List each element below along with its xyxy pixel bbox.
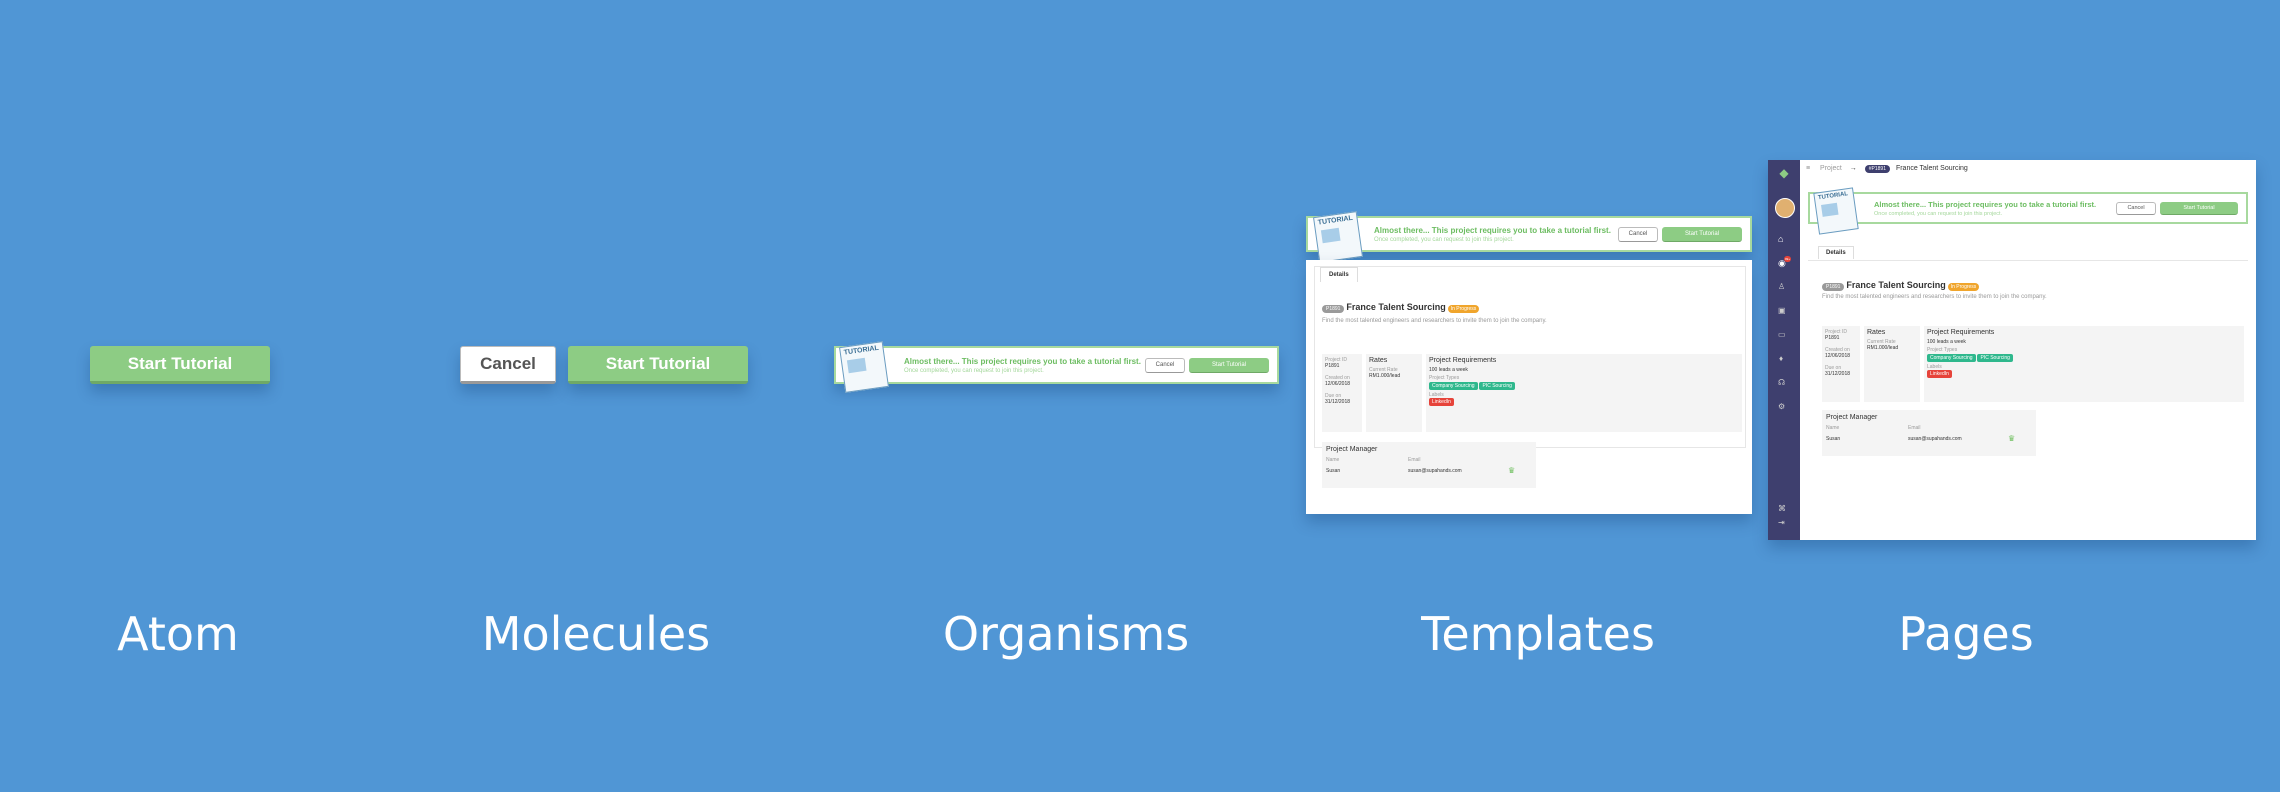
organism-cancel-button[interactable]: Cancel: [1145, 357, 1185, 373]
folder-icon[interactable]: ▭: [1778, 330, 1786, 339]
template-cancel-button[interactable]: Cancel: [1618, 226, 1658, 242]
project-title: France Talent Sourcing: [1346, 302, 1446, 312]
project-info-panel: Project ID P1891 Created on 12/06/2018 D…: [1322, 354, 1362, 432]
requirements-panel: Project Requirements 100 leads a week Pr…: [1924, 326, 2244, 402]
status-badge: In Progress: [1947, 283, 1980, 291]
project-description: Find the most talented engineers and res…: [1822, 294, 2047, 300]
label-tag: LinkedIn: [1429, 398, 1454, 406]
project-id-badge: P1891: [1822, 283, 1845, 291]
project-type-tag: Company Sourcing: [1429, 382, 1478, 390]
template-details-card: Details P1891 France Talent Sourcing In …: [1306, 260, 1752, 514]
menu-icon[interactable]: ≡: [1806, 165, 1810, 172]
grid-icon[interactable]: ⌘: [1778, 504, 1786, 513]
organism-start-tutorial-button[interactable]: Start Tutorial: [1189, 357, 1269, 373]
template-tutorial-banner: TUTORIAL Almost there... This project re…: [1306, 211, 1752, 263]
project-type-tag: Company Sourcing: [1927, 354, 1976, 362]
status-badge: In Progress: [1447, 305, 1480, 313]
page-start-tutorial-button[interactable]: Start Tutorial: [2160, 201, 2238, 215]
template-start-tutorial-button[interactable]: Start Tutorial: [1662, 226, 1742, 242]
home-icon[interactable]: ⌂: [1778, 234, 1783, 244]
logo-icon: ◆: [1779, 166, 1789, 180]
project-type-tag: PIC Sourcing: [1479, 382, 1515, 390]
project-type-tag: PIC Sourcing: [1977, 354, 2013, 362]
settings-icon[interactable]: ⚙: [1778, 402, 1785, 411]
label-tag: LinkedIn: [1927, 370, 1952, 378]
sidebar: ◆ ⌂ ◉ 99+ ♙ ▣ ▭ ♦ ☊ ⚙ ⌘ ⇥: [1768, 160, 1800, 540]
tutorial-doc-icon: TUTORIAL: [1313, 211, 1363, 263]
banner-headline: Almost there... This project requires yo…: [1874, 199, 2097, 209]
stage-label-pages: Pages: [1898, 607, 2034, 661]
stage-label-molecules: Molecules: [481, 607, 711, 661]
breadcrumb-arrow: →: [1849, 165, 1857, 172]
stage-label-templates: Templates: [1421, 607, 1655, 661]
support-icon[interactable]: ☊: [1778, 378, 1785, 387]
user-icon[interactable]: ♙: [1778, 282, 1785, 291]
tab-details[interactable]: Details: [1320, 267, 1358, 282]
crown-icon: ♛: [2008, 434, 2016, 443]
stage-label-organisms: Organisms: [942, 607, 1190, 661]
banner-headline: Almost there... This project requires yo…: [904, 356, 1141, 366]
project-info-panel: Project ID P1891 Created on 12/06/2018 D…: [1822, 326, 1860, 402]
organism-tutorial-banner: TUTORIAL Almost there... This project re…: [834, 341, 1279, 393]
page-tutorial-banner: TUTORIAL Almost there... This project re…: [1808, 187, 2248, 235]
project-title: France Talent Sourcing: [1846, 280, 1946, 290]
project-id-badge: P1891: [1322, 305, 1345, 313]
atom-start-tutorial-button[interactable]: Start Tutorial: [90, 346, 270, 384]
project-manager-panel: Project Manager Name Email Susan susan@s…: [1822, 410, 2036, 456]
briefcase-icon[interactable]: ▣: [1778, 306, 1786, 315]
tutorial-doc-label: TUTORIAL: [843, 344, 880, 357]
page-frame: ◆ ⌂ ◉ 99+ ♙ ▣ ▭ ♦ ☊ ⚙ ⌘ ⇥ ≡ Project → #P…: [1768, 160, 2256, 540]
crown-icon: ♛: [1508, 466, 1516, 475]
page-cancel-button[interactable]: Cancel: [2116, 201, 2156, 215]
molecule-cancel-button[interactable]: Cancel: [460, 346, 556, 384]
breadcrumb-project[interactable]: Project: [1820, 165, 1842, 172]
avatar[interactable]: [1775, 198, 1795, 218]
tutorial-doc-icon: TUTORIAL: [839, 341, 889, 393]
logout-icon[interactable]: ⇥: [1778, 518, 1785, 527]
project-manager-panel: Project Manager Name Email Susan susan@s…: [1322, 442, 1536, 488]
tutorial-doc-icon: TUTORIAL: [1813, 187, 1859, 235]
molecule-start-tutorial-button[interactable]: Start Tutorial: [568, 346, 748, 384]
breadcrumb-id-pill: #P1891: [1864, 165, 1890, 173]
banner-headline: Almost there... This project requires yo…: [1374, 225, 1611, 235]
notification-badge: 99+: [1784, 256, 1792, 262]
breadcrumb-title: France Talent Sourcing: [1895, 165, 1968, 172]
rates-panel: Rates Current Rate RM1.000/lead: [1864, 326, 1920, 402]
tutorial-doc-label: TUTORIAL: [1317, 214, 1354, 227]
banner-subtext: Once completed, you can request to join …: [1374, 236, 1514, 243]
banner-subtext: Once completed, you can request to join …: [1874, 210, 2003, 217]
tutorial-doc-label: TUTORIAL: [1817, 191, 1849, 202]
banner-subtext: Once completed, you can request to join …: [904, 367, 1044, 374]
project-description: Find the most talented engineers and res…: [1322, 318, 1547, 324]
stage-label-atom: Atom: [117, 607, 239, 661]
location-icon[interactable]: ♦: [1779, 354, 1783, 363]
rates-panel: Rates Current Rate RM1.000/lead: [1366, 354, 1422, 432]
requirements-panel: Project Requirements 100 leads a week Pr…: [1426, 354, 1742, 432]
tab-details[interactable]: Details: [1818, 246, 1854, 259]
